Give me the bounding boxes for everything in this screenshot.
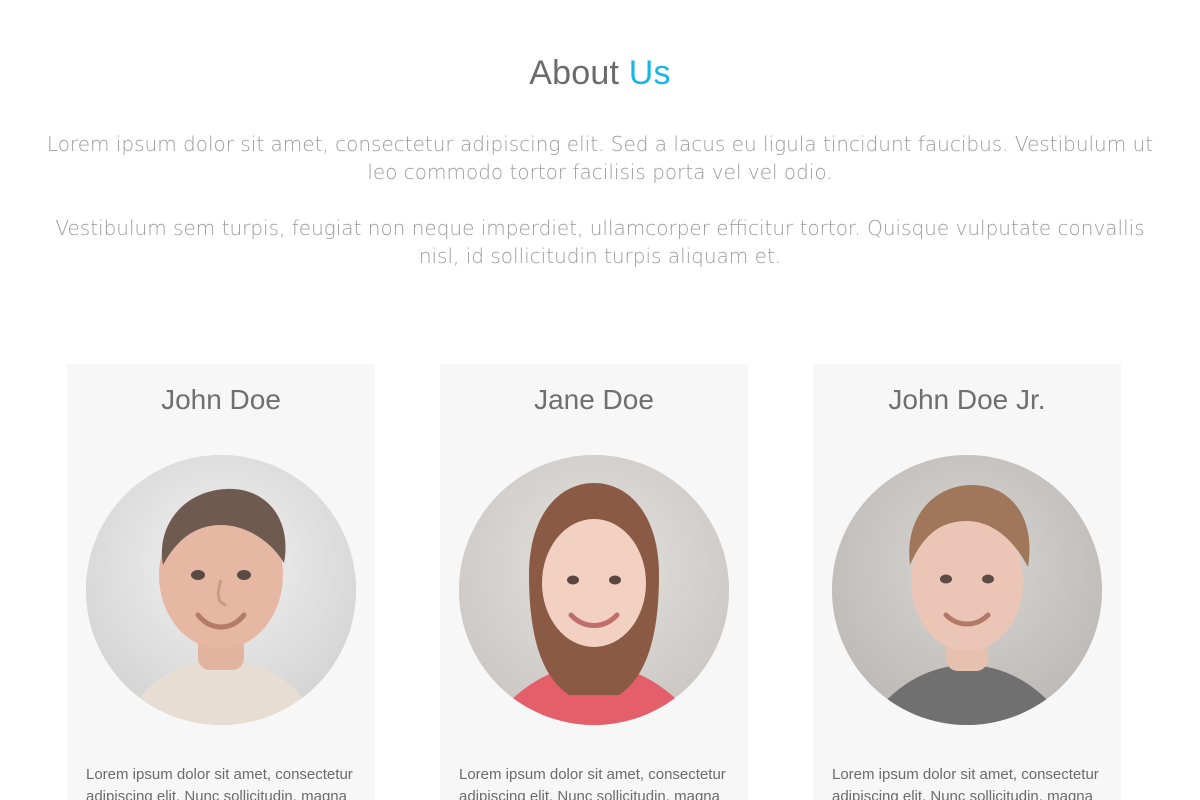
team-member-photo — [459, 455, 729, 725]
intro-paragraph-2: Vestibulum sem turpis, feugiat non neque… — [55, 216, 1145, 268]
team-member-photo — [832, 455, 1102, 725]
about-section-header: About Us — [0, 50, 1200, 96]
team-card-john-doe: John Doe Lorem ipsum dolor sit amet, con… — [67, 364, 375, 800]
team-member-name: John Doe Jr. — [888, 384, 1046, 415]
team-card-john-doe-jr: John Doe Jr. Lorem ipsum dolor sit amet,… — [813, 364, 1121, 800]
portrait-man-icon — [86, 455, 356, 725]
team-member-name: John Doe — [161, 384, 281, 415]
team-member-bio: Lorem ipsum dolor sit amet, consectetur … — [832, 766, 1099, 800]
page-title: About Us — [0, 50, 1200, 96]
team-member-bio: Lorem ipsum dolor sit amet, consectetur … — [459, 766, 726, 800]
team-member-name: Jane Doe — [534, 384, 654, 415]
team-card-jane-doe: Jane Doe Lorem ipsum dolor sit amet, con… — [440, 364, 748, 800]
portrait-young-man-icon — [832, 455, 1102, 725]
intro-paragraph-1: Lorem ipsum dolor sit amet, consectetur … — [46, 132, 1154, 184]
title-us: Us — [628, 54, 671, 92]
team-member-photo — [86, 455, 356, 725]
portrait-woman-icon — [459, 455, 729, 725]
team-member-bio: Lorem ipsum dolor sit amet, consectetur … — [86, 766, 353, 800]
team-section: John Doe Lorem ipsum dolor sit amet, con… — [0, 364, 1200, 800]
title-about: About — [529, 54, 629, 92]
